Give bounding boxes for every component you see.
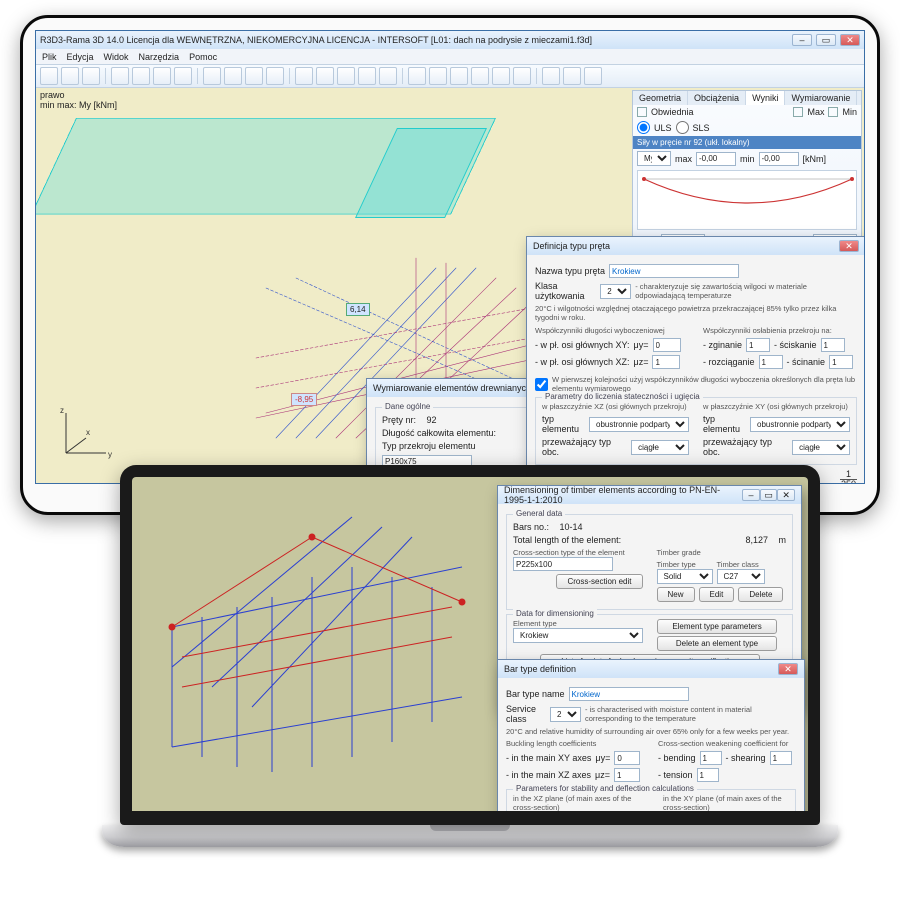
dialog-close[interactable]: ✕ — [778, 663, 798, 675]
check-obwiednia[interactable] — [637, 107, 647, 117]
menu-tools[interactable]: Narzędzia — [139, 52, 180, 62]
panel-section-title: Siły w pręcie nr 92 (ukł. lokalny) — [633, 136, 861, 149]
toolbar-button[interactable] — [408, 67, 426, 85]
tab-obciazenia[interactable]: Obciążenia — [688, 91, 746, 105]
bar-name-input[interactable] — [569, 687, 689, 701]
window-close[interactable]: ✕ — [840, 34, 860, 46]
toolbar-button[interactable] — [132, 67, 150, 85]
edit-button[interactable]: Edit — [699, 587, 735, 602]
muz-input[interactable] — [652, 355, 680, 369]
toolbar-button[interactable] — [316, 67, 334, 85]
laptop: Dimensioning of timber elements accordin… — [120, 465, 820, 847]
toolbar-button[interactable] — [584, 67, 602, 85]
desktop-monitor: R3D3-Rama 3D 14.0 Licencja dla WEWNĘTRZN… — [20, 15, 880, 515]
det-button[interactable]: Delete an element type — [657, 636, 777, 651]
menu-file[interactable]: Plik — [42, 52, 57, 62]
moment-select[interactable]: My — [637, 151, 671, 166]
chk-first[interactable] — [535, 378, 548, 391]
radio-sls[interactable] — [676, 121, 689, 134]
dialog-bar-type: Bar type definition ✕ Bar type name Serv… — [497, 659, 805, 825]
menu-view[interactable]: Widok — [104, 52, 129, 62]
dialog-close[interactable]: ✕ — [777, 489, 795, 501]
cs-edit-button[interactable]: Cross-section edit — [556, 574, 642, 589]
cs-input[interactable] — [513, 557, 613, 571]
etp-button[interactable]: Element type parameters — [657, 619, 777, 634]
toolbar-button[interactable] — [513, 67, 531, 85]
toolbar — [36, 64, 864, 88]
titlebar: R3D3-Rama 3D 14.0 Licencja dla WEWNĘTRZN… — [36, 31, 864, 49]
value-tag-blue: 6,14 — [346, 303, 370, 316]
toolbar-button[interactable] — [471, 67, 489, 85]
laptop-truss — [152, 507, 492, 797]
tab-wymiarowanie[interactable]: Wymiarowanie — [785, 91, 857, 105]
toolbar-button[interactable] — [203, 67, 221, 85]
menubar: Plik Edycja Widok Narzędzia Pomoc — [36, 49, 864, 64]
window-maximize[interactable]: ▭ — [816, 34, 836, 46]
svg-text:y: y — [108, 450, 112, 459]
dialog-definicja: Definicja typu pręta ✕ Nazwa typu pręta … — [526, 236, 864, 483]
toolbar-button[interactable] — [245, 67, 263, 85]
toolbar-button[interactable] — [295, 67, 313, 85]
radio-uls[interactable] — [637, 121, 650, 134]
check-min[interactable] — [828, 107, 838, 117]
muy-input[interactable] — [653, 338, 681, 352]
toolbar-button[interactable] — [40, 67, 58, 85]
toolbar-button[interactable] — [358, 67, 376, 85]
et-select[interactable]: Krokiew — [513, 628, 643, 643]
viewport-3d[interactable]: prawo min max: My [kNm] 6,14 -8,95 z y x G… — [36, 88, 864, 483]
min-value[interactable] — [759, 152, 799, 166]
dialog-close[interactable]: ✕ — [839, 240, 859, 252]
value-tag-red: -8,95 — [291, 393, 317, 406]
viewport-label: prawo min max: My [kNm] — [40, 90, 117, 110]
results-panel: Geometria Obciążenia Wyniki Wymiarowanie… — [632, 90, 862, 251]
dialog-max[interactable]: ▭ — [760, 489, 778, 501]
svg-text:x: x — [86, 428, 90, 437]
menu-edit[interactable]: Edycja — [67, 52, 94, 62]
menu-help[interactable]: Pomoc — [189, 52, 217, 62]
class-select[interactable]: 2 — [600, 284, 631, 299]
toolbar-button[interactable] — [492, 67, 510, 85]
delete-button[interactable]: Delete — [738, 587, 783, 602]
toolbar-button[interactable] — [153, 67, 171, 85]
app-window: R3D3-Rama 3D 14.0 Licencja dla WEWNĘTRZN… — [35, 30, 865, 484]
new-button[interactable]: New — [657, 587, 695, 602]
toolbar-button[interactable] — [450, 67, 468, 85]
toolbar-button[interactable] — [111, 67, 129, 85]
axes-gizmo: z y x — [56, 403, 116, 463]
svg-text:z: z — [60, 406, 64, 415]
toolbar-button[interactable] — [542, 67, 560, 85]
tab-geometria[interactable]: Geometria — [633, 91, 688, 105]
toolbar-button[interactable] — [429, 67, 447, 85]
check-max[interactable] — [793, 107, 803, 117]
toolbar-button[interactable] — [174, 67, 192, 85]
moment-chart — [637, 170, 857, 230]
toolbar-button[interactable] — [563, 67, 581, 85]
laptop-viewport[interactable]: Dimensioning of timber elements accordin… — [132, 477, 808, 811]
max-value[interactable] — [696, 152, 736, 166]
tab-wyniki[interactable]: Wyniki — [746, 91, 785, 105]
name-input[interactable] — [609, 264, 739, 278]
toolbar-button[interactable] — [266, 67, 284, 85]
titlebar-text: R3D3-Rama 3D 14.0 Licencja dla WEWNĘTRZN… — [40, 35, 592, 45]
toolbar-button[interactable] — [82, 67, 100, 85]
toolbar-button[interactable] — [224, 67, 242, 85]
toolbar-button[interactable] — [379, 67, 397, 85]
toolbar-button[interactable] — [61, 67, 79, 85]
window-minimize[interactable]: – — [792, 34, 812, 46]
toolbar-button[interactable] — [337, 67, 355, 85]
dialog-min[interactable]: – — [742, 489, 760, 501]
